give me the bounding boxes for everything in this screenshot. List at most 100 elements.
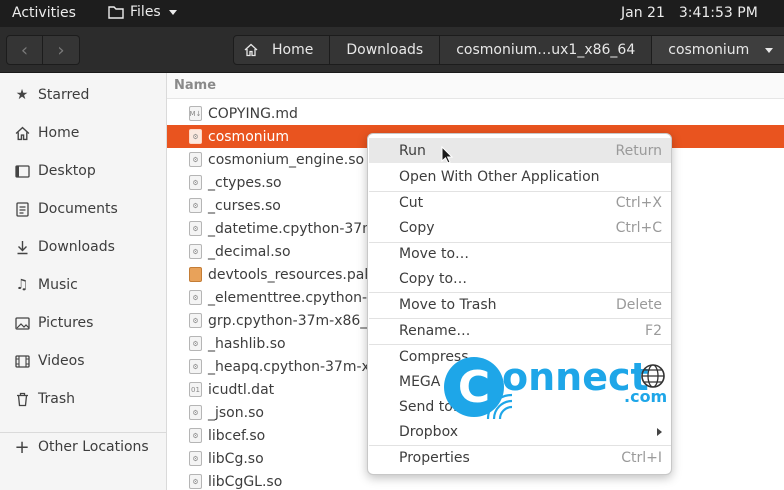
clock-date: Jan 21 — [621, 5, 665, 21]
menu-item-accel: Ctrl+X — [615, 194, 662, 211]
file-name: grp.cpython-37m-x86_64 — [208, 312, 386, 329]
file-name: _hashlib.so — [208, 335, 286, 352]
file-name: _ctypes.so — [208, 174, 282, 191]
videos-icon — [14, 353, 30, 369]
sidebar-item-other-locations[interactable]: + Other Locations — [0, 429, 166, 465]
chevron-down-icon — [168, 9, 177, 15]
sidebar-item-trash[interactable]: Trash — [0, 381, 166, 417]
file-row[interactable]: M↓ COPYING.md — [167, 102, 784, 125]
desktop-icon — [14, 163, 30, 179]
library-file-icon: ⚙ — [189, 244, 202, 259]
library-file-icon: ⚙ — [189, 451, 202, 466]
home-icon — [14, 125, 30, 141]
chevron-down-icon — [765, 47, 774, 53]
menu-item-move-to-trash[interactable]: Move to Trash Delete — [369, 292, 671, 317]
sidebar-item-music[interactable]: ♫ Music — [0, 267, 166, 303]
clock[interactable]: Jan 21 3:41:53 PM — [621, 5, 758, 21]
package-file-icon — [189, 267, 202, 282]
breadcrumb-current[interactable]: cosmonium — [652, 35, 784, 65]
home-icon — [244, 43, 258, 57]
file-name: _datetime.cpython-37m — [208, 220, 376, 237]
file-name: _curses.so — [208, 197, 281, 214]
plus-icon: + — [14, 436, 30, 458]
menu-item-label: Copy — [399, 219, 435, 236]
library-file-icon: ⚙ — [189, 336, 202, 351]
app-menu-label: Files — [130, 4, 161, 20]
menu-item-run[interactable]: Run Return — [369, 138, 671, 163]
column-header-name[interactable]: Name — [167, 73, 784, 99]
menu-item-rename[interactable]: Rename… F2 — [369, 318, 671, 343]
menu-item-label: Move to Trash — [399, 296, 497, 313]
menu-item-cut[interactable]: Cut Ctrl+X — [369, 190, 671, 215]
library-file-icon: ⚙ — [189, 405, 202, 420]
clock-time: 3:41:53 PM — [678, 5, 758, 21]
header-bar: ‹ › Home Downloads cosmonium…ux1_x86_64 … — [0, 27, 784, 73]
breadcrumb-cosmonium-folder[interactable]: cosmonium…ux1_x86_64 — [440, 35, 653, 65]
menu-item-copy-to[interactable]: Copy to… — [369, 266, 671, 291]
library-file-icon: ⚙ — [189, 313, 202, 328]
sidebar-item-pictures[interactable]: Pictures — [0, 305, 166, 341]
menu-item-accel: F2 — [645, 322, 662, 339]
breadcrumb-home[interactable]: Home — [233, 35, 331, 65]
file-name: _decimal.so — [208, 243, 291, 260]
markdown-file-icon: M↓ — [189, 106, 202, 121]
library-file-icon: ⚙ — [189, 221, 202, 236]
menu-item-properties[interactable]: Properties Ctrl+I — [369, 445, 671, 470]
menu-item-accel: Return — [615, 142, 662, 159]
breadcrumb-downloads[interactable]: Downloads — [330, 35, 441, 65]
breadcrumb-downloads-label: Downloads — [346, 42, 424, 58]
menu-item-label: Open With Other Application — [399, 168, 600, 185]
sidebar-item-label: Music — [38, 277, 78, 293]
mouse-pointer-icon — [441, 146, 453, 164]
file-name: _heapq.cpython-37m-x8 — [208, 358, 379, 375]
path-bar: Home Downloads cosmonium…ux1_x86_64 cosm… — [233, 35, 784, 65]
forward-button[interactable]: › — [43, 35, 80, 65]
sidebar-item-label: Pictures — [38, 315, 94, 331]
watermark-suffix: .com — [624, 387, 668, 406]
menu-item-copy[interactable]: Copy Ctrl+C — [369, 215, 671, 240]
file-name: cosmonium_engine.so — [208, 151, 365, 168]
back-icon: ‹ — [20, 39, 29, 61]
menu-item-accel: Ctrl+I — [621, 449, 662, 466]
sidebar-item-label: Home — [38, 125, 80, 141]
file-name: libCg.so — [208, 450, 264, 467]
file-name: devtools_resources.pak — [208, 266, 373, 283]
menu-item-label: MEGA — [399, 373, 441, 390]
star-icon: ★ — [15, 87, 29, 103]
menu-item-label: Cut — [399, 194, 424, 211]
sidebar-item-starred[interactable]: ★ Starred — [0, 77, 166, 113]
breadcrumb-current-label: cosmonium — [668, 42, 750, 58]
menu-item-label: Copy to… — [399, 270, 468, 287]
menu-item-open-with[interactable]: Open With Other Application — [369, 164, 671, 189]
menu-item-label: Run — [399, 142, 426, 159]
menu-item-accel: Ctrl+C — [615, 219, 662, 236]
sidebar-item-downloads[interactable]: Downloads — [0, 229, 166, 265]
pictures-icon — [14, 315, 30, 331]
sidebar: ★ Starred Home Desktop Documents Downloa… — [0, 73, 167, 490]
sidebar-item-label: Desktop — [38, 163, 96, 179]
app-menu[interactable]: Files — [108, 4, 177, 20]
menu-item-label: Rename… — [399, 322, 471, 339]
breadcrumb-cosmonium-folder-label: cosmonium…ux1_x86_64 — [456, 42, 636, 58]
binary-file-icon: 01 — [189, 382, 202, 397]
library-file-icon: ⚙ — [189, 198, 202, 213]
sidebar-item-label: Videos — [38, 353, 85, 369]
menu-item-move-to[interactable]: Move to… — [369, 241, 671, 266]
sidebar-item-documents[interactable]: Documents — [0, 191, 166, 227]
sidebar-item-home[interactable]: Home — [0, 115, 166, 151]
menu-item-accel: Delete — [616, 296, 662, 313]
folder-icon — [108, 6, 124, 19]
documents-icon — [14, 201, 30, 217]
activities-button[interactable]: Activities — [12, 5, 76, 21]
library-file-icon: ⚙ — [189, 474, 202, 489]
sidebar-item-desktop[interactable]: Desktop — [0, 153, 166, 189]
sidebar-item-videos[interactable]: Videos — [0, 343, 166, 379]
menu-item-label: Move to… — [399, 245, 470, 262]
back-button[interactable]: ‹ — [6, 35, 43, 65]
breadcrumb-home-label: Home — [272, 42, 314, 58]
trash-icon — [14, 391, 30, 407]
sidebar-item-label: Trash — [38, 391, 75, 407]
file-name: COPYING.md — [208, 105, 298, 122]
file-name: _json.so — [208, 404, 264, 421]
file-name: libCgGL.so — [208, 473, 283, 490]
